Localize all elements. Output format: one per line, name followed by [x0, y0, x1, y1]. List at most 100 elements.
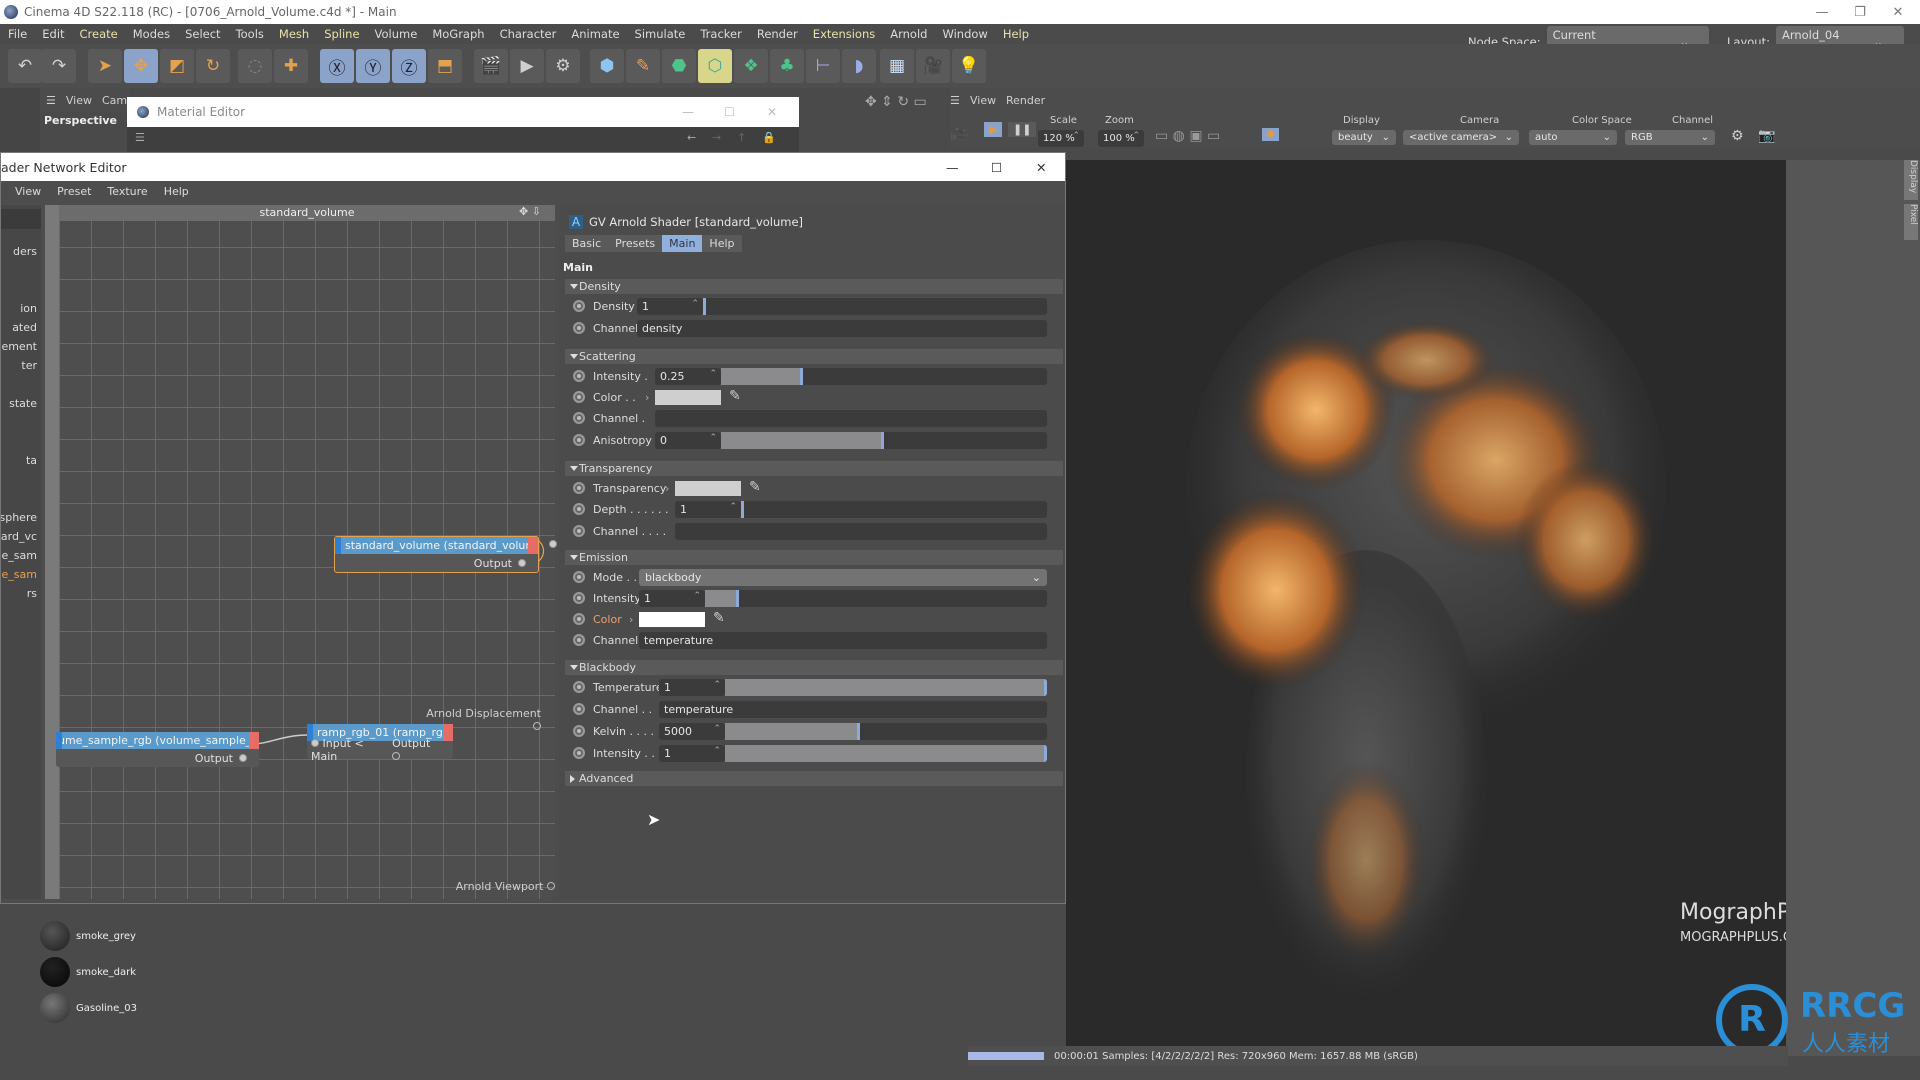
animate-radio[interactable]: [573, 634, 585, 646]
minimize-button[interactable]: —: [682, 105, 694, 119]
eyedropper-icon[interactable]: ✎: [713, 610, 725, 626]
anisotropy-slider[interactable]: [721, 431, 1047, 449]
animate-radio[interactable]: [573, 571, 585, 583]
channel-dropdown[interactable]: RGB ⌄: [1625, 130, 1715, 145]
rotate-tool-icon[interactable]: ↻: [196, 49, 230, 83]
mograph-icon[interactable]: ♣: [770, 49, 804, 83]
density-slider[interactable]: [703, 297, 1047, 315]
depth-input[interactable]: 1: [675, 499, 741, 518]
menu-create[interactable]: Create: [80, 27, 118, 41]
menu-spline[interactable]: Spline: [324, 27, 359, 41]
zoom-input[interactable]: 100 %: [1098, 128, 1144, 147]
output-port[interactable]: [239, 754, 247, 762]
menu-select[interactable]: Select: [185, 27, 220, 41]
scale-tool-icon[interactable]: ◩: [160, 49, 194, 83]
menu-tracker[interactable]: Tracker: [700, 27, 742, 41]
up-arrow-icon[interactable]: ↑: [737, 131, 746, 144]
chevron-right-icon[interactable]: ›: [629, 613, 633, 626]
z-axis-icon[interactable]: Ⓩ: [392, 49, 426, 83]
output-port[interactable]: [392, 752, 401, 760]
subdivision-icon[interactable]: ⬣: [662, 49, 696, 83]
cloner-icon[interactable]: ❖: [734, 49, 768, 83]
y-axis-icon[interactable]: Ⓨ: [356, 49, 390, 83]
select-tool-icon[interactable]: ➤: [88, 49, 122, 83]
generator-icon[interactable]: ⬡: [698, 49, 732, 83]
emission-intensity-slider[interactable]: [705, 589, 1047, 607]
node-standard-volume[interactable]: standard_volume (standard_volume) Output: [334, 536, 539, 573]
animate-radio[interactable]: [573, 703, 585, 715]
cube-icon[interactable]: ⬢: [590, 49, 624, 83]
scale-input[interactable]: 120 %: [1038, 128, 1084, 147]
blackbody-intensity-input[interactable]: 1: [659, 743, 725, 762]
menu-character[interactable]: Character: [500, 27, 557, 41]
menu-file[interactable]: File: [8, 27, 27, 41]
material-item[interactable]: Gasoline_03: [40, 990, 140, 1026]
deformer-icon[interactable]: ⊢: [806, 49, 840, 83]
menu-render[interactable]: Render: [757, 27, 798, 41]
lock-icon[interactable]: 🔒: [762, 131, 776, 144]
animate-radio[interactable]: [573, 434, 585, 446]
transparency-channel-input[interactable]: [675, 522, 1047, 540]
recent-tool-icon[interactable]: ◌: [238, 49, 272, 83]
animate-radio[interactable]: [573, 322, 585, 334]
display-dropdown[interactable]: beauty ⌄: [1332, 130, 1396, 145]
anisotropy-input[interactable]: 0: [655, 430, 721, 449]
render-to-picture-viewer-icon[interactable]: ▶: [510, 49, 544, 83]
menu-mograph[interactable]: MoGraph: [432, 27, 484, 41]
section-blackbody[interactable]: Blackbody: [565, 660, 1063, 675]
render-view-icon[interactable]: 🎬: [474, 49, 508, 83]
node-volume-sample-rgb[interactable]: ume_sample_rgb (volume_sample_rgb) Outpu…: [56, 732, 259, 767]
display-mode-icons[interactable]: ▭ ◍ ▣ ▭: [1155, 128, 1220, 144]
animate-radio[interactable]: [573, 412, 585, 424]
scattering-intensity-input[interactable]: 0.25: [655, 366, 721, 385]
menu-volume[interactable]: Volume: [375, 27, 418, 41]
menu-help[interactable]: Help: [1003, 27, 1029, 41]
snapshot-camera-icon[interactable]: 📷: [1758, 128, 1775, 144]
kelvin-input[interactable]: 5000: [659, 721, 725, 740]
coordinate-system-icon[interactable]: ⬒: [428, 49, 462, 83]
input-port[interactable]: [311, 739, 319, 747]
material-item[interactable]: smoke_grey: [40, 918, 140, 954]
tab-basic[interactable]: Basic: [565, 235, 609, 252]
menu-mesh[interactable]: Mesh: [279, 27, 309, 41]
menu-tools[interactable]: Tools: [236, 27, 264, 41]
animate-radio[interactable]: [573, 747, 585, 759]
animate-radio[interactable]: [573, 681, 585, 693]
fire-toggle-icon[interactable]: ✹: [1262, 128, 1280, 141]
close-button[interactable]: ✕: [1876, 0, 1920, 24]
close-button[interactable]: ✕: [1036, 160, 1046, 175]
menu-arnold[interactable]: Arnold: [890, 27, 927, 41]
output-port[interactable]: [518, 559, 526, 567]
blackbody-channel-input[interactable]: temperature: [659, 700, 1047, 718]
port-circle-icon[interactable]: [533, 722, 541, 730]
animate-radio[interactable]: [573, 370, 585, 382]
hamburger-icon[interactable]: ☰: [135, 131, 145, 144]
render-menu-render[interactable]: Render: [1006, 94, 1045, 107]
close-button[interactable]: ✕: [767, 105, 777, 119]
transparency-color-swatch[interactable]: [675, 480, 741, 496]
material-item[interactable]: smoke_dark: [40, 954, 140, 990]
tab-presets[interactable]: Presets: [608, 235, 663, 252]
camera-icon[interactable]: 🎥: [916, 49, 950, 83]
viewport-menu-view[interactable]: View: [66, 94, 92, 107]
emission-intensity-input[interactable]: 1: [639, 588, 705, 607]
emission-mode-dropdown[interactable]: blackbody ⌄: [639, 568, 1047, 586]
menu-extensions[interactable]: Extensions: [813, 27, 875, 41]
density-channel-input[interactable]: density: [637, 319, 1047, 337]
viewport-nav-icons[interactable]: ✥ ⇕ ↻ ▭: [865, 94, 927, 110]
pen-icon[interactable]: ✎: [626, 49, 660, 83]
temperature-slider[interactable]: [725, 678, 1047, 696]
menu-edit[interactable]: Edit: [42, 27, 64, 41]
forward-arrow-icon[interactable]: →: [712, 131, 721, 144]
move-tool-icon[interactable]: ✥: [124, 49, 158, 83]
play-render-button[interactable]: ▶: [984, 122, 1003, 137]
material-output-port[interactable]: [549, 540, 557, 548]
section-scattering[interactable]: Scattering: [565, 349, 1063, 364]
section-emission[interactable]: Emission: [565, 550, 1063, 565]
animate-radio[interactable]: [573, 525, 585, 537]
tab-main[interactable]: Main: [662, 235, 703, 252]
eyedropper-icon[interactable]: ✎: [749, 479, 761, 495]
animate-radio[interactable]: [573, 391, 585, 403]
blackbody-intensity-slider[interactable]: [725, 744, 1047, 762]
arnold-viewport-port[interactable]: Arnold Viewport: [421, 880, 555, 893]
